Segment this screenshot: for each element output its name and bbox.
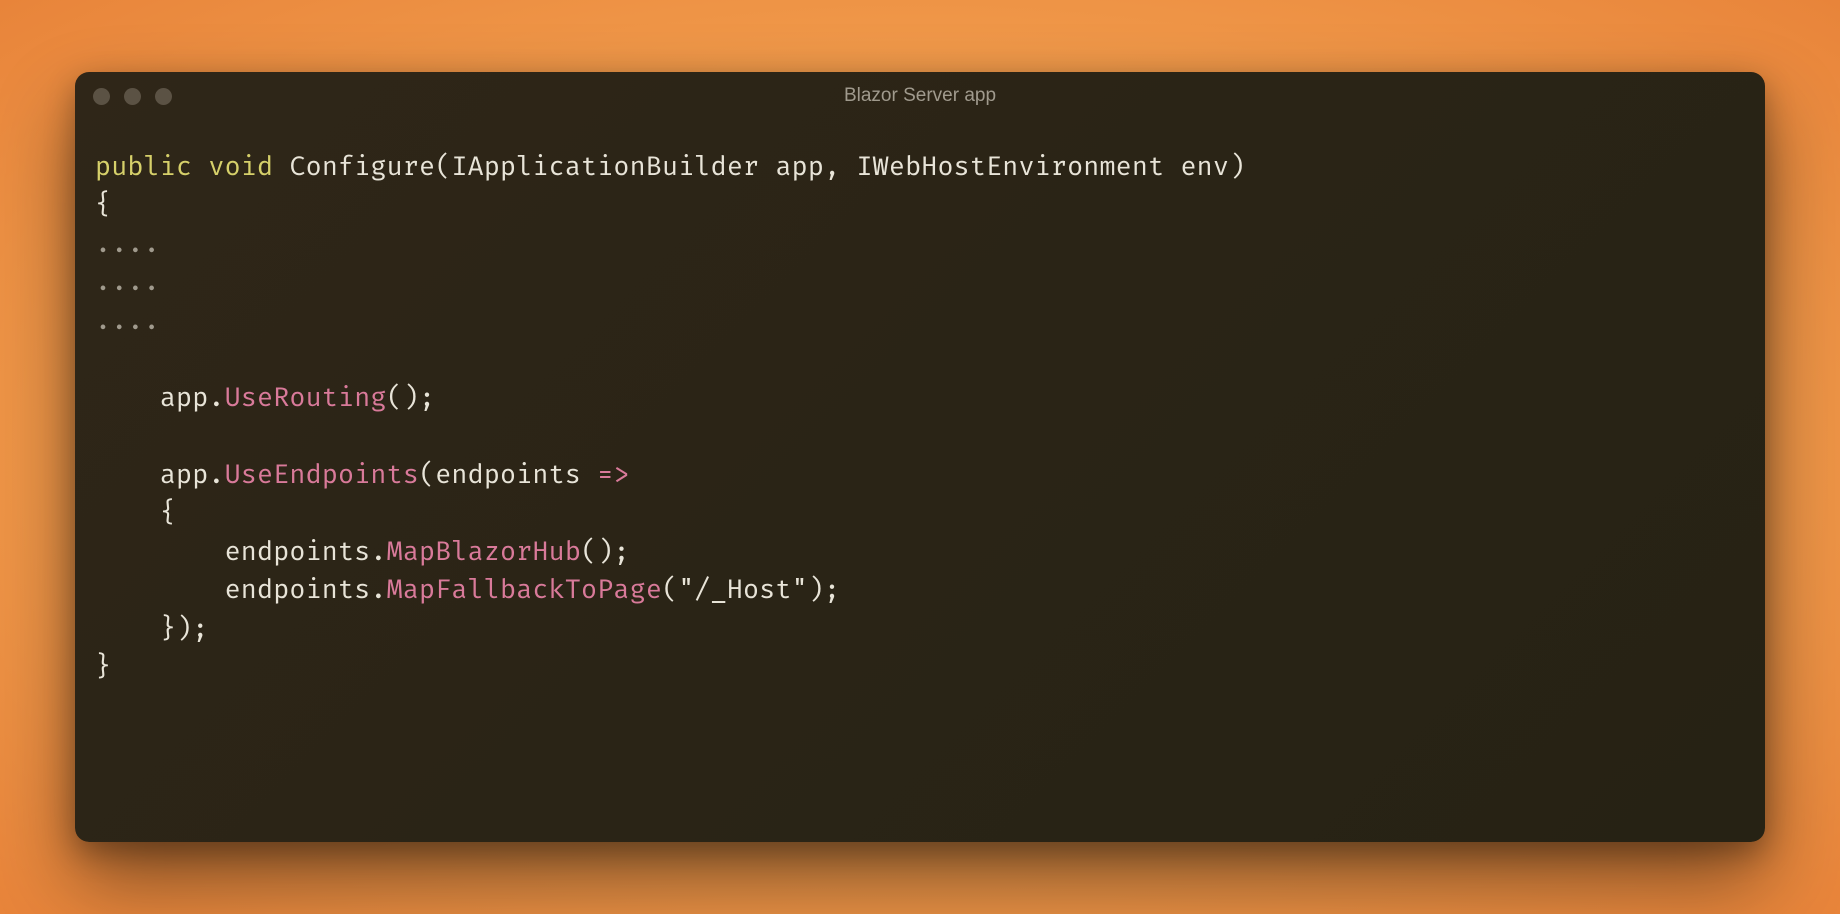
traffic-lights bbox=[93, 88, 172, 105]
semicolon: ; bbox=[824, 574, 840, 606]
maximize-traffic-light[interactable] bbox=[155, 88, 172, 105]
method-mapfallbacktopage: MapFallbackToPage bbox=[387, 574, 662, 606]
dot: . bbox=[370, 536, 386, 568]
dot: . bbox=[208, 382, 224, 414]
window-title: Blazor Server app bbox=[75, 85, 1765, 107]
parens: () bbox=[387, 382, 419, 414]
type-iapplicationbuilder: IApplicationBuilder bbox=[451, 151, 759, 183]
semicolon: ; bbox=[613, 536, 629, 568]
type-iwebhostenvironment: IWebHostEnvironment bbox=[856, 151, 1164, 183]
lambda-close: }); bbox=[160, 613, 209, 645]
close-traffic-light[interactable] bbox=[93, 88, 110, 105]
brace-open: { bbox=[160, 497, 176, 529]
method-userouting: UseRouting bbox=[225, 382, 387, 414]
semicolon: ; bbox=[419, 382, 435, 414]
ellipsis-line: .... bbox=[95, 305, 160, 337]
paren-close: ) bbox=[1229, 151, 1245, 183]
keyword-public: public bbox=[95, 151, 192, 183]
arrow-operator: => bbox=[597, 459, 629, 491]
keyword-void: void bbox=[208, 151, 273, 183]
method-useendpoints: UseEndpoints bbox=[225, 459, 419, 491]
method-name-configure: Configure bbox=[289, 151, 435, 183]
code-editor[interactable]: public void Configure(IApplicationBuilde… bbox=[75, 120, 1765, 707]
ellipsis-line: .... bbox=[95, 228, 160, 260]
param-endpoints: endpoints bbox=[435, 459, 581, 491]
titlebar: Blazor Server app bbox=[75, 72, 1765, 120]
brace-close: } bbox=[95, 651, 111, 683]
var-app: app bbox=[160, 382, 209, 414]
paren-open: ( bbox=[419, 459, 435, 491]
ellipsis-line: .... bbox=[95, 266, 160, 298]
method-mapblazorhub: MapBlazorHub bbox=[387, 536, 581, 568]
var-app: app bbox=[160, 459, 209, 491]
dot: . bbox=[208, 459, 224, 491]
comma: , bbox=[824, 151, 856, 183]
string-host: "/_Host" bbox=[678, 574, 808, 606]
code-window: Blazor Server app public void Configure(… bbox=[75, 72, 1765, 842]
minimize-traffic-light[interactable] bbox=[124, 88, 141, 105]
paren-close: ) bbox=[808, 574, 824, 606]
parens: () bbox=[581, 536, 613, 568]
dot: . bbox=[370, 574, 386, 606]
paren-open: ( bbox=[662, 574, 678, 606]
paren-open: ( bbox=[435, 151, 451, 183]
param-app: app bbox=[775, 151, 824, 183]
var-endpoints: endpoints bbox=[225, 536, 371, 568]
brace-open: { bbox=[95, 189, 111, 221]
param-env: env bbox=[1180, 151, 1229, 183]
var-endpoints: endpoints bbox=[225, 574, 371, 606]
